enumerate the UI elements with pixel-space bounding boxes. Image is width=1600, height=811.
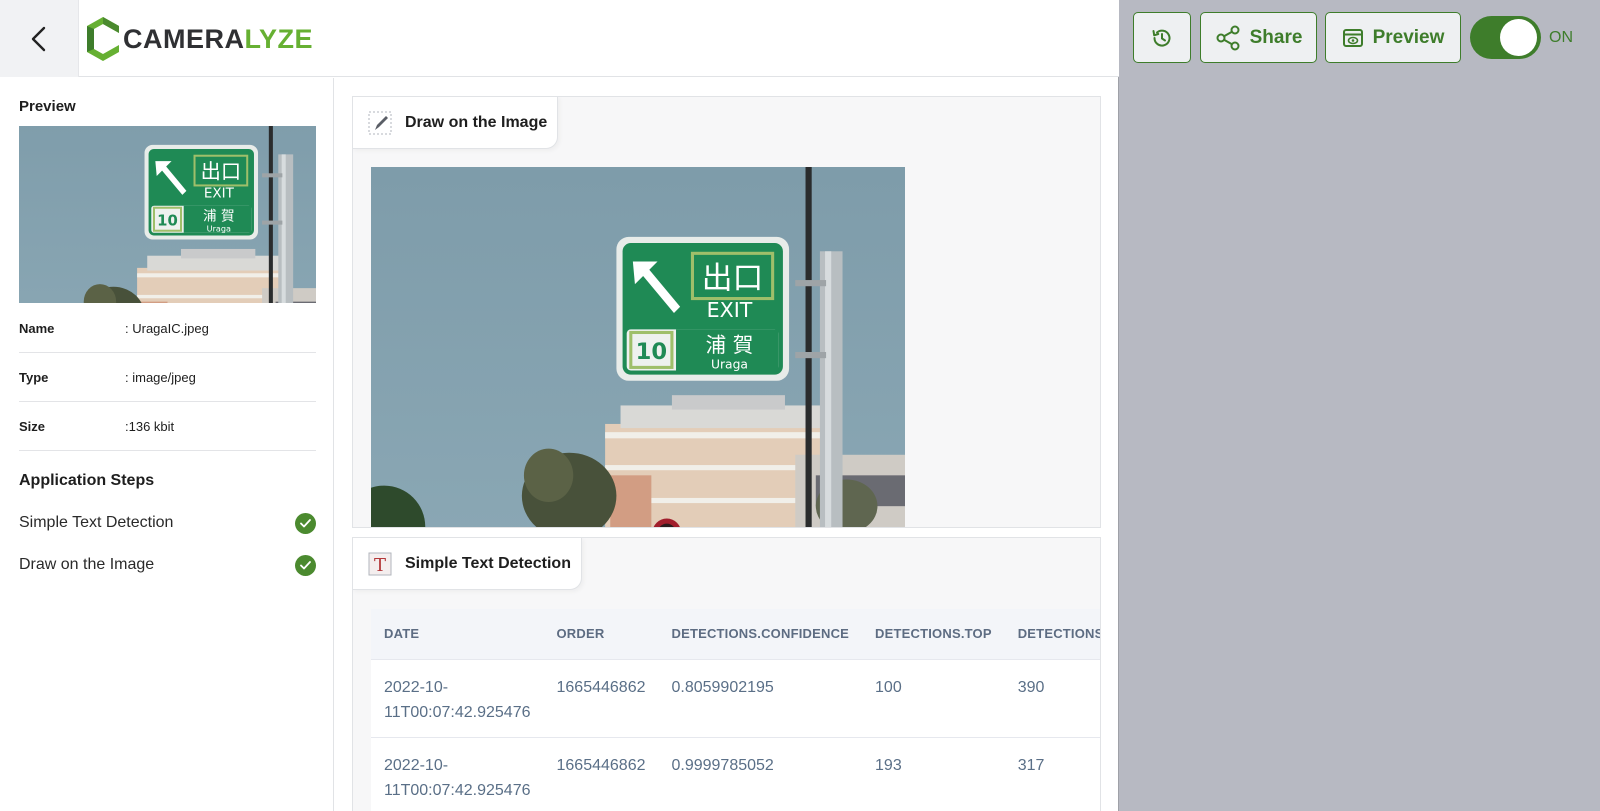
table-row: 2022-10-11T00:07:42.925476 1665446862 0.… (371, 659, 1100, 738)
share-button[interactable]: Share (1200, 12, 1317, 63)
column-header-confidence[interactable]: DETECTIONS.CONFIDENCE (658, 609, 863, 660)
detections-table: DATE ORDER DETECTIONS.CONFIDENCE DETECTI… (371, 609, 1100, 811)
preview-button[interactable]: Preview (1325, 12, 1461, 63)
cell-date: 2022-10-11T00:07:42.925476 (371, 737, 544, 811)
preview-title: Preview (19, 98, 76, 115)
application-steps-title: Application Steps (19, 472, 155, 489)
table-header-row: DATE ORDER DETECTIONS.CONFIDENCE DETECTI… (371, 609, 1100, 660)
history-icon (1152, 29, 1171, 47)
text-t-icon: T (368, 552, 392, 576)
history-button[interactable] (1133, 12, 1191, 63)
step-label: Draw on the Image (19, 556, 155, 573)
column-header-date[interactable]: DATE (371, 609, 544, 660)
cell-confidence: 0.9999785052 (658, 737, 863, 811)
step-label: Simple Text Detection (19, 514, 174, 531)
file-size-row: Size :136 kbit (19, 402, 316, 451)
top-bar: CAMERALYZE (0, 0, 1119, 77)
share-label: Share (1249, 26, 1303, 48)
cell-top: 193 (862, 737, 1005, 811)
cell-confidence: 0.8059902195 (658, 659, 863, 738)
preview-window-icon (1342, 28, 1363, 47)
cell-order: 1665446862 (543, 737, 659, 811)
cell-left: 390 (1004, 659, 1100, 738)
cell-top: 100 (862, 659, 1005, 738)
share-icon (1216, 25, 1240, 50)
preview-thumbnail (19, 126, 316, 303)
sidebar: Preview Name : UragaIC.jpeg Type : image… (0, 78, 334, 811)
column-header-left[interactable]: DETECTIONS.LE (1004, 609, 1100, 660)
file-name-label: Name (19, 320, 55, 336)
check-circle-icon (295, 554, 316, 576)
simple-text-detection-card: T Simple Text Detection DATE ORDER DETEC… (352, 537, 1101, 811)
step-simple-text-detection[interactable]: Simple Text Detection (19, 508, 316, 538)
file-name-value: : UragaIC.jpeg (125, 320, 209, 336)
logo-wordmark: CAMERALYZE (123, 23, 314, 54)
back-button[interactable] (0, 0, 79, 77)
preview-label: Preview (1372, 26, 1445, 48)
check-circle-icon (295, 512, 316, 534)
step-draw-on-the-image[interactable]: Draw on the Image (19, 550, 316, 580)
column-header-top[interactable]: DETECTIONS.TOP (862, 609, 1005, 660)
file-type-row: Type : image/jpeg (19, 353, 316, 402)
main-panel: CAMERALYZE Preview Name : UragaIC.jpeg T… (0, 0, 1119, 811)
cell-order: 1665446862 (543, 659, 659, 738)
file-type-label: Type (19, 369, 49, 385)
cell-left: 317 (1004, 737, 1100, 811)
simple-text-detection-tab[interactable]: T Simple Text Detection (353, 538, 582, 590)
file-size-label: Size (19, 418, 46, 434)
simple-text-detection-title: Simple Text Detection (405, 554, 571, 572)
file-type-value: : image/jpeg (125, 369, 196, 385)
toggle-state-label: ON (1549, 29, 1573, 46)
on-off-toggle[interactable] (1470, 16, 1541, 59)
draw-on-image-title: Draw on the Image (405, 113, 548, 131)
annotated-image (371, 167, 905, 527)
chevron-left-icon (31, 26, 46, 51)
column-header-order[interactable]: ORDER (543, 609, 659, 660)
svg-text:T: T (374, 555, 386, 576)
cameralyze-logo-mark (87, 17, 119, 61)
cell-date: 2022-10-11T00:07:42.925476 (371, 659, 544, 738)
draw-pencil-icon (368, 111, 392, 134)
draw-on-image-card: Draw on the Image (352, 96, 1101, 528)
draw-on-image-tab[interactable]: Draw on the Image (353, 97, 559, 149)
table-row: 2022-10-11T00:07:42.925476 1665446862 0.… (371, 737, 1100, 811)
file-name-row: Name : UragaIC.jpeg (19, 304, 316, 353)
toggle-knob (1500, 19, 1537, 56)
file-size-value: :136 kbit (125, 418, 175, 434)
cameralyze-logo[interactable]: CAMERALYZE (87, 16, 313, 62)
